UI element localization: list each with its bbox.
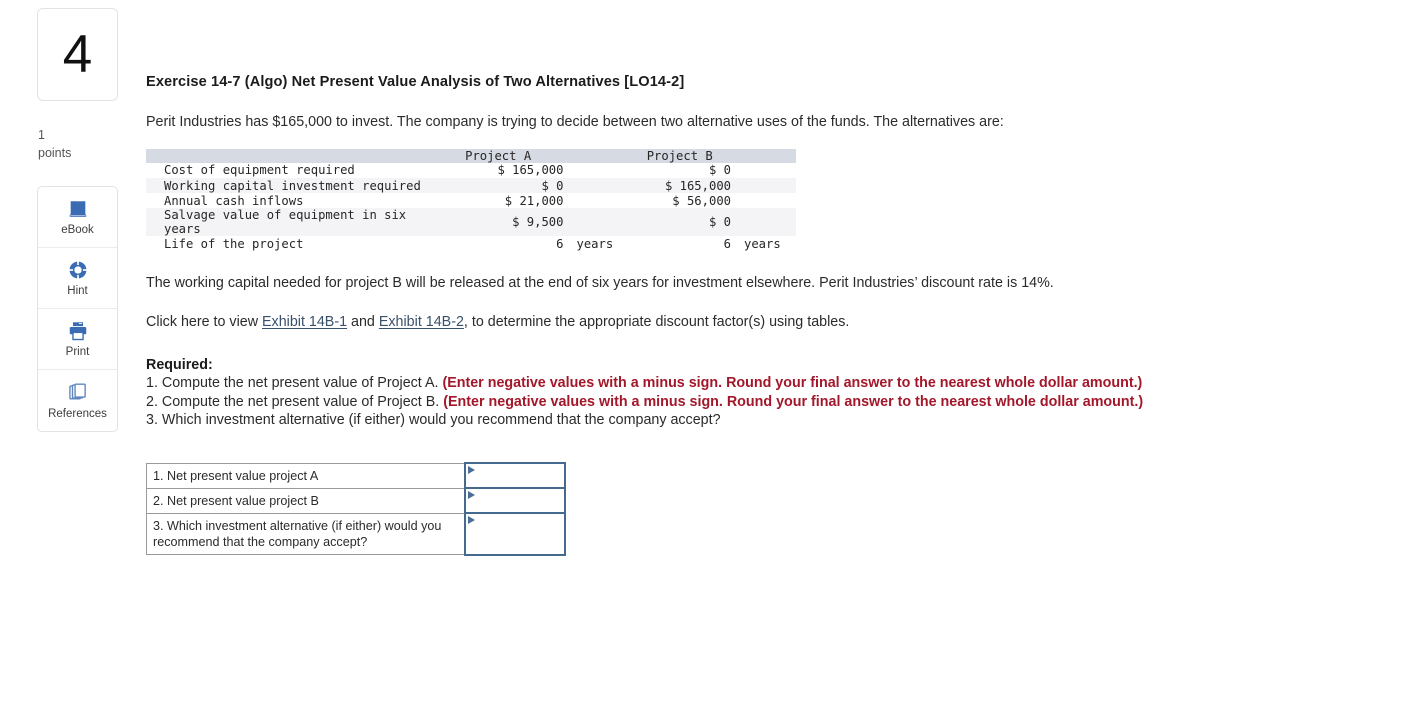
answer-input-cell-2[interactable] — [463, 487, 566, 515]
table-row: Life of the project 6 years 6 years — [146, 236, 796, 252]
row-label: Working capital investment required — [164, 178, 421, 193]
row-value-a: $ 9,500 — [512, 215, 564, 230]
answer-input-cell-1[interactable] — [463, 462, 566, 490]
row-label: Annual cash inflows — [164, 193, 304, 208]
row-unit-a: years — [576, 236, 614, 251]
row-value-a: $ 21,000 — [504, 193, 564, 208]
required-item-1-note: (Enter negative values with a minus sign… — [442, 375, 1143, 392]
row-unit-b — [735, 178, 796, 193]
row-label: Life of the project — [164, 236, 304, 251]
required-item-1: 1. Compute the net present value of Proj… — [146, 374, 1206, 392]
answer-question-label: 3. Which investment alternative (if eith… — [146, 512, 465, 556]
question-number: 4 — [62, 25, 93, 84]
row-unit-b — [735, 193, 796, 208]
row-unit-b: years — [744, 236, 781, 251]
required-item-2: 2. Compute the net present value of Proj… — [146, 393, 1206, 411]
exhibit-suffix-text: , to determine the appropriate discount … — [463, 314, 850, 331]
exhibit-links-paragraph: Click here to view Exhibit 14B-1 and Exh… — [146, 313, 1071, 333]
net-present-value-project-b-input[interactable] — [465, 493, 564, 508]
tool-hint-button[interactable]: Hint — [38, 248, 117, 310]
row-value-a: 6 — [556, 236, 564, 251]
header-project-a: Project A — [465, 148, 532, 163]
answer-row: 3. Which investment alternative (if eith… — [146, 512, 566, 556]
answer-row: 1. Net present value project A — [146, 462, 566, 490]
row-unit-a — [567, 193, 628, 208]
question-sidebar: 4 1 points eBook Hint Print References — [37, 8, 119, 433]
table-header-row: Project A Project B — [146, 148, 796, 163]
working-capital-note: The working capital needed for project B… — [146, 275, 1054, 292]
row-label: Salvage value of equipment in six years — [164, 208, 407, 237]
row-unit-a — [567, 208, 628, 236]
row-value-b: $ 0 — [708, 215, 731, 230]
row-label: Cost of equipment required — [164, 163, 355, 178]
exhibit-14b-1-link[interactable]: Exhibit 14B-1 — [262, 314, 347, 330]
life-ring-icon — [67, 259, 89, 281]
required-item-2-note: (Enter negative values with a minus sign… — [443, 393, 1144, 410]
row-value-a: $ 0 — [541, 178, 564, 193]
row-unit-a — [567, 163, 628, 178]
pages-stack-icon — [67, 382, 89, 404]
recommended-alternative-input[interactable] — [465, 526, 564, 541]
table-body: Cost of equipment required $ 165,000 $ 0… — [146, 162, 796, 252]
row-value-b: $ 165,000 — [664, 178, 731, 193]
row-unit-b — [735, 208, 796, 236]
table-header: Project A Project B — [146, 148, 796, 163]
required-heading: Required: — [146, 356, 213, 373]
header-project-b: Project B — [646, 148, 713, 163]
row-unit-b — [735, 163, 796, 178]
page-title: Exercise 14-7 (Algo) Net Present Value A… — [146, 74, 685, 90]
answer-question-label: 1. Net present value project A — [146, 462, 465, 489]
exercise-page: 4 1 points eBook Hint Print References E… — [0, 0, 1402, 702]
table-row: Working capital investment required $ 0 … — [146, 177, 796, 194]
printer-icon — [67, 320, 89, 342]
answer-section: 1. Net present value project A 2. Net pr… — [146, 462, 1206, 556]
table-row: Cost of equipment required $ 165,000 $ 0 — [146, 162, 796, 178]
header-project-a-unit — [567, 149, 628, 163]
net-present-value-project-a-input[interactable] — [465, 468, 564, 483]
points-label: points — [38, 146, 72, 161]
row-value-a: $ 165,000 — [497, 163, 564, 178]
points-display: 1 points — [37, 126, 119, 162]
tool-panel: eBook Hint Print References — [37, 186, 118, 433]
table-row: Salvage value of equipment in six years … — [146, 208, 796, 237]
tool-ebook-label: eBook — [61, 224, 94, 237]
required-item-2-text: 2. Compute the net present value of Proj… — [146, 393, 444, 410]
table-row: Annual cash inflows $ 21,000 $ 56,000 — [146, 193, 796, 209]
required-section: Required: 1. Compute the net present val… — [146, 356, 1206, 429]
tool-references-label: References — [48, 407, 107, 420]
tool-print-button[interactable]: Print — [38, 309, 117, 371]
exhibit-14b-2-link[interactable]: Exhibit 14B-2 — [379, 314, 464, 330]
book-icon — [67, 198, 89, 220]
exercise-main: Exercise 14-7 (Algo) Net Present Value A… — [146, 0, 1206, 556]
header-blank — [146, 149, 433, 163]
required-item-1-text: 1. Compute the net present value of Proj… — [146, 375, 443, 392]
tool-hint-label: Hint — [67, 285, 88, 298]
answer-input-cell-3[interactable] — [463, 512, 566, 556]
answer-table: 1. Net present value project A 2. Net pr… — [146, 462, 566, 556]
points-value: 1 — [38, 128, 45, 142]
project-comparison-table: Project A Project B Cost of equipment re… — [146, 148, 796, 252]
exercise-intro-paragraph: Perit Industries has $165,000 to invest.… — [146, 114, 1004, 130]
answer-row: 2. Net present value project B — [146, 487, 566, 515]
answer-question-label: 2. Net present value project B — [146, 487, 465, 514]
row-value-b: $ 56,000 — [672, 193, 731, 208]
tool-print-label: Print — [65, 346, 90, 359]
exhibit-conjunction-text: and — [347, 314, 379, 331]
tool-references-button[interactable]: References — [38, 370, 117, 431]
tool-ebook-button[interactable]: eBook — [38, 187, 117, 249]
header-project-b-unit — [735, 149, 796, 163]
required-item-3: 3. Which investment alternative (if eith… — [146, 411, 721, 428]
row-value-b: 6 — [723, 236, 731, 251]
exhibit-prefix-text: Click here to view — [146, 314, 263, 331]
row-value-b: $ 0 — [708, 163, 731, 178]
question-number-box: 4 — [37, 8, 118, 101]
row-unit-a — [567, 178, 628, 193]
